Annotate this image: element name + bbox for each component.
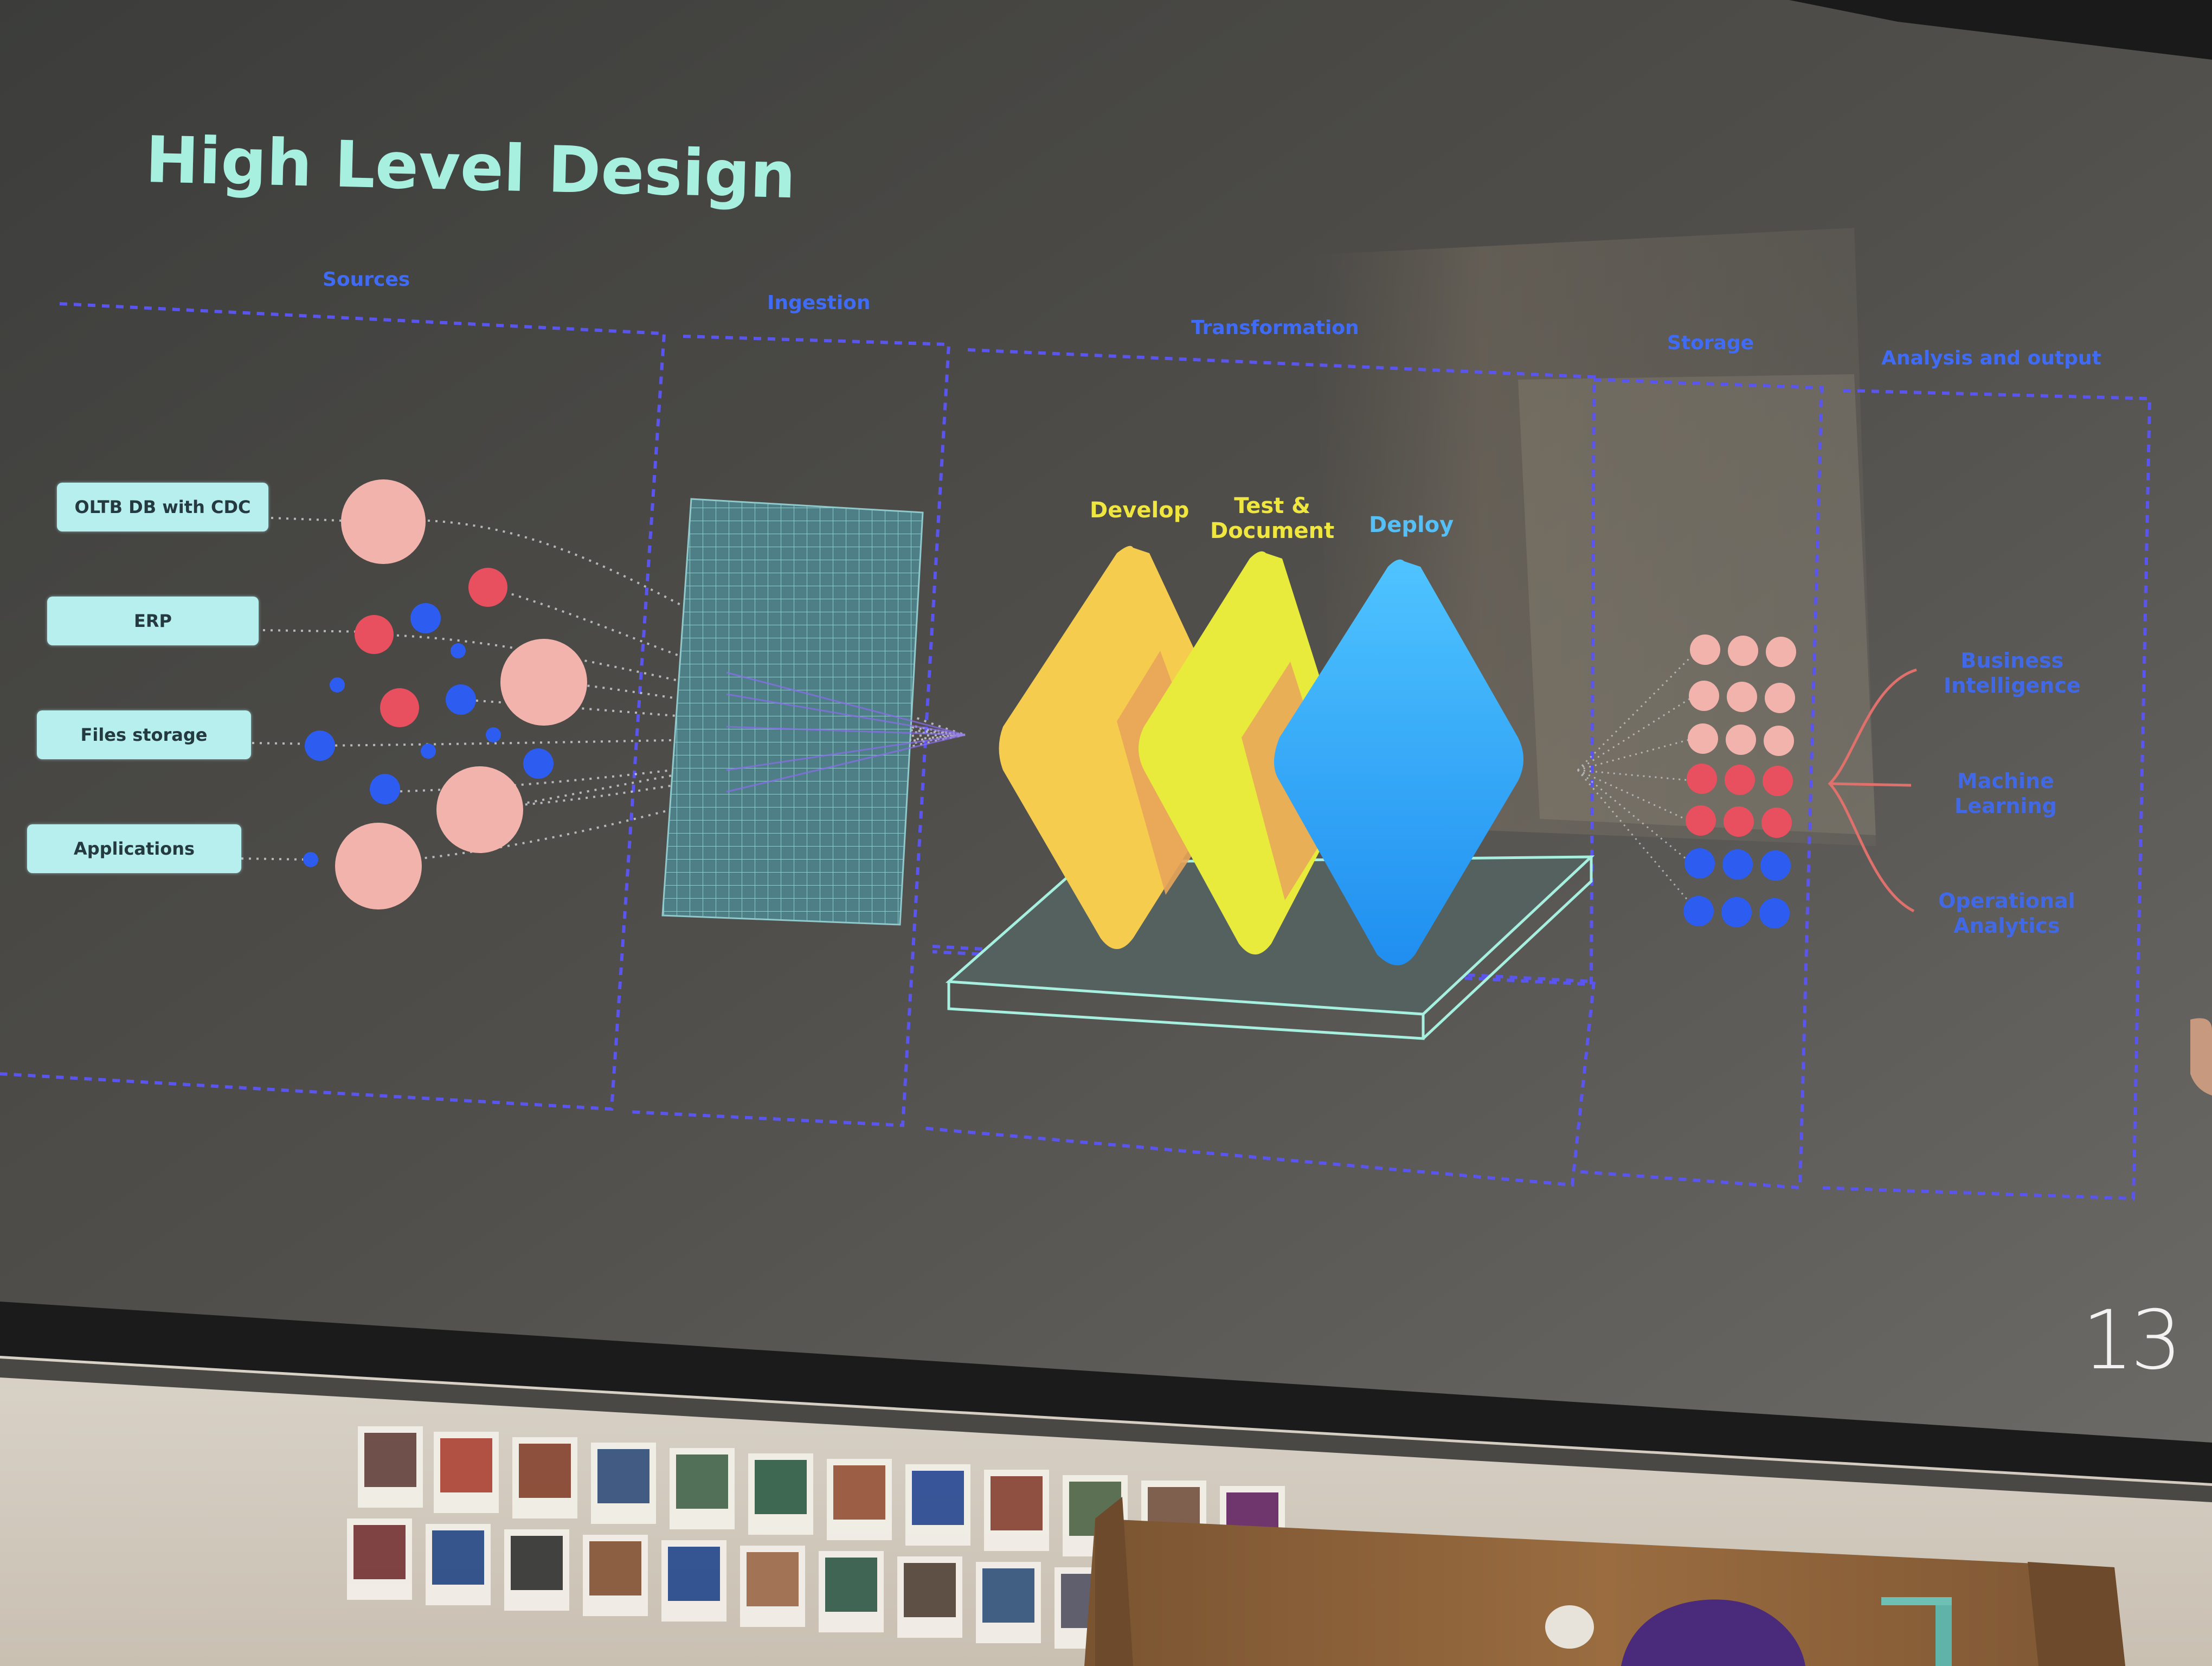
source-box-oltb: OLTB DB with CDC: [57, 483, 268, 531]
stage-develop-label: Develop: [1090, 498, 1189, 523]
section-ingestion-label: Ingestion: [767, 292, 871, 314]
source-box-erp: ERP: [47, 597, 259, 645]
source-box-applications: Applications: [27, 824, 241, 873]
scene-drawing: [0, 0, 2212, 1666]
ingestion-grid: [661, 498, 924, 926]
photo-scene: High Level Design Sources Ingestion Tran…: [0, 0, 2212, 1666]
section-sources-label: Sources: [323, 268, 410, 291]
output-business-intelligence: Business Intelligence: [1944, 649, 2081, 697]
source-label: Files storage: [80, 725, 208, 745]
source-box-files-storage: Files storage: [37, 710, 251, 759]
stage-deploy-label: Deploy: [1369, 512, 1454, 537]
slide-title: High Level Design: [144, 122, 797, 213]
output-machine-learning: Machine Learning: [1954, 769, 2057, 818]
slide-page-number: 13: [2082, 1293, 2182, 1388]
section-storage-label: Storage: [1667, 332, 1754, 354]
section-transformation-label: Transformation: [1191, 317, 1359, 339]
stage-test-label: Test & Document: [1210, 494, 1335, 543]
source-label: ERP: [134, 611, 172, 631]
source-label: OLTB DB with CDC: [74, 497, 251, 517]
source-label: Applications: [73, 838, 195, 859]
section-analysis-label: Analysis and output: [1881, 347, 2101, 369]
output-operational-analytics: Operational Analytics: [1938, 889, 2075, 938]
